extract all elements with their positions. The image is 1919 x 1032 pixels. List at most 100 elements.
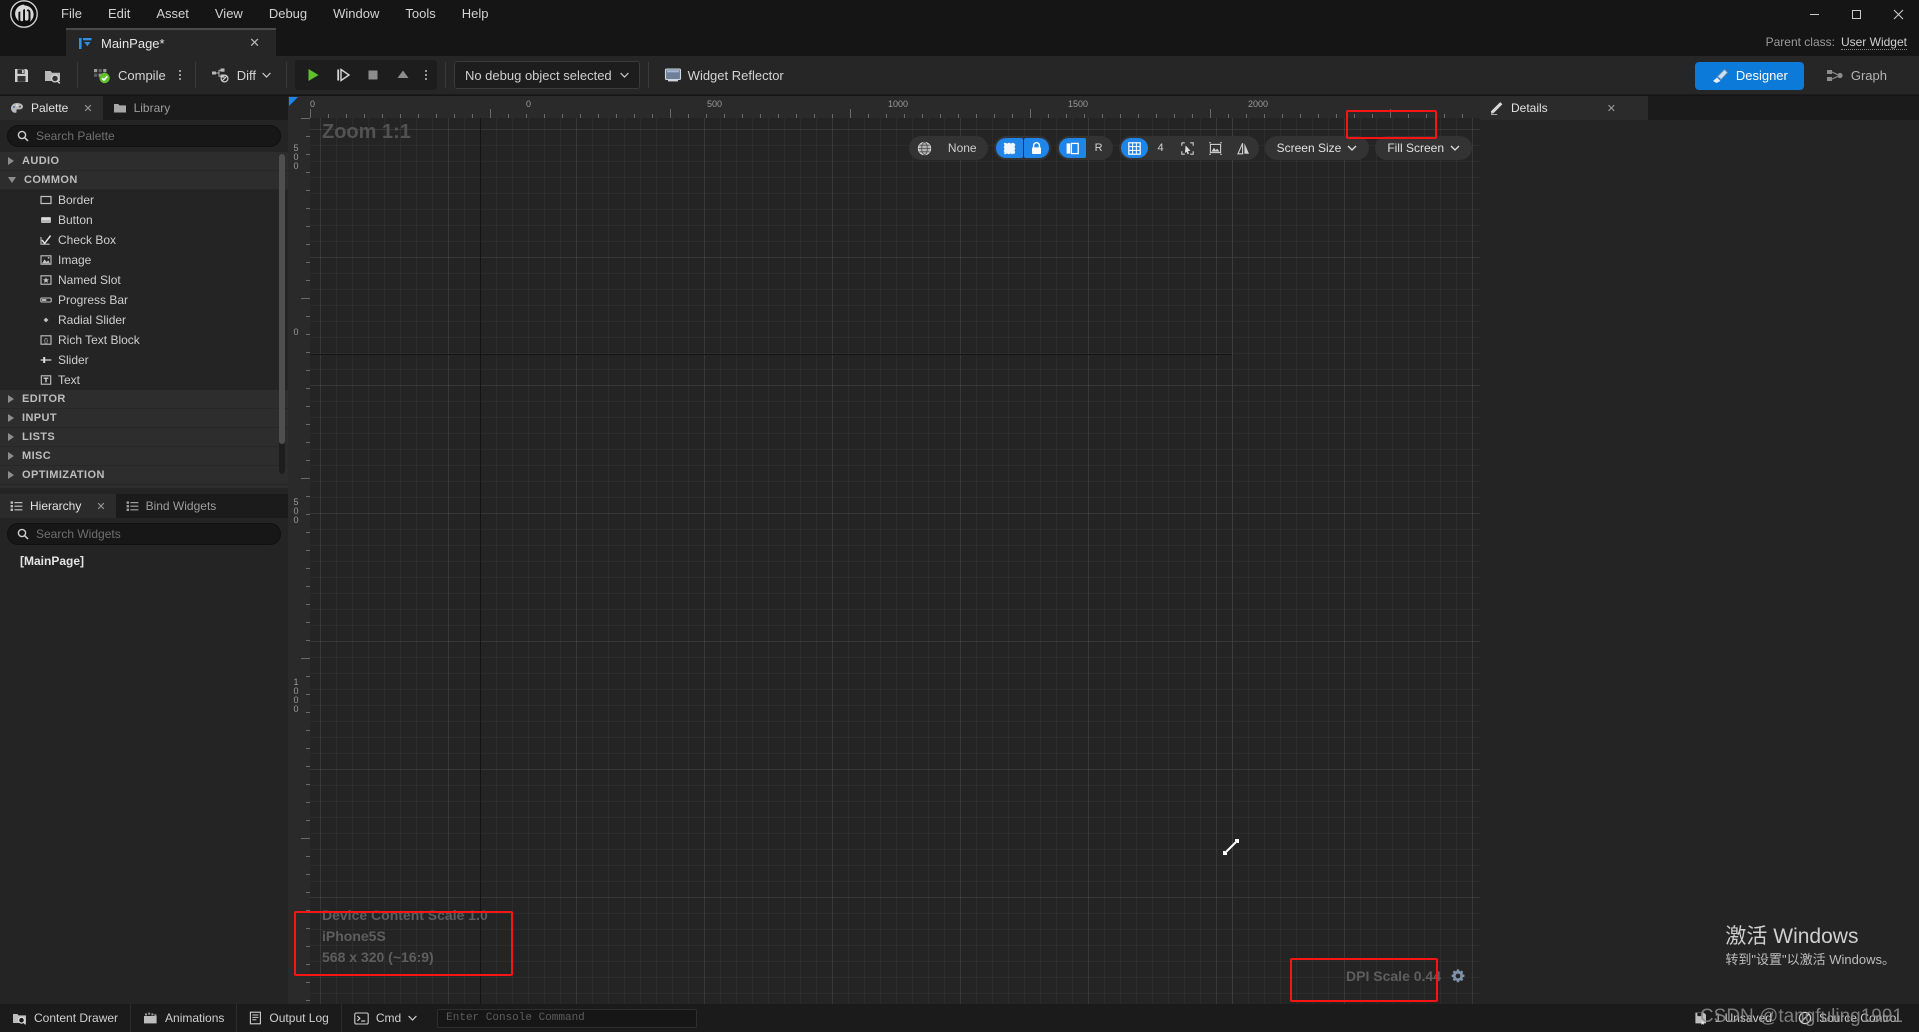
preview-image-icon[interactable]: [1202, 138, 1229, 158]
widget-reflector-button[interactable]: Widget Reflector: [657, 60, 791, 90]
dashed-outline-icon[interactable]: [995, 138, 1023, 158]
tab-hierarchy[interactable]: Hierarchy ✕: [0, 494, 116, 518]
widget-canvas[interactable]: Zoom 1:1 None R 4 Screen Size Fill Scree…: [310, 118, 1480, 1004]
flip-mirror-icon[interactable]: [1230, 138, 1257, 158]
output-log-button[interactable]: Output Log: [237, 1004, 342, 1032]
grid-snap-icon[interactable]: [1120, 138, 1148, 158]
play-options-kebab[interactable]: [419, 60, 433, 90]
compile-options-kebab[interactable]: [173, 60, 187, 90]
details-close-icon[interactable]: ✕: [1607, 102, 1616, 115]
localization-globe-icon[interactable]: [911, 138, 938, 158]
palette-item-radial-slider[interactable]: Radial Slider: [0, 310, 288, 330]
menu-debug[interactable]: Debug: [256, 0, 320, 28]
diff-button[interactable]: Diff: [204, 60, 278, 90]
palette-scrollbar[interactable]: [279, 154, 285, 474]
resolution-r-label[interactable]: R: [1087, 138, 1111, 158]
tab-bind-widgets[interactable]: Bind Widgets: [115, 494, 227, 518]
palette-close-icon[interactable]: ✕: [83, 102, 92, 115]
palette-category-audio[interactable]: AUDIO: [0, 152, 288, 171]
palette-item-progress-bar[interactable]: Progress Bar: [0, 290, 288, 310]
unsaved-count-button[interactable]: 1 Unsaved: [1682, 1004, 1784, 1032]
hierarchy-close-icon[interactable]: ✕: [96, 500, 105, 513]
close-window-button[interactable]: [1877, 0, 1919, 28]
console-command-input[interactable]: Enter Console Command: [437, 1008, 698, 1028]
palette-category-optimization[interactable]: OPTIMIZATION: [0, 466, 288, 485]
fill-layout-icon[interactable]: [1058, 138, 1086, 158]
palette-item-check-box[interactable]: Check Box: [0, 230, 288, 250]
select-cursor-icon[interactable]: [1174, 138, 1201, 158]
palette-category-input[interactable]: INPUT: [0, 409, 288, 428]
palette-item-border[interactable]: Border: [0, 190, 288, 210]
play-button[interactable]: [299, 60, 327, 90]
diagonal-resize-handle-icon[interactable]: [1220, 836, 1242, 858]
menu-view[interactable]: View: [202, 0, 256, 28]
menu-window[interactable]: Window: [320, 0, 392, 28]
fill-screen-dropdown[interactable]: Fill Screen: [1375, 136, 1472, 160]
grid-snap-value[interactable]: 4: [1149, 138, 1173, 158]
asset-tab-close-icon[interactable]: ✕: [243, 35, 266, 51]
skip-frame-button[interactable]: [329, 60, 357, 90]
search-palette-input[interactable]: Search Palette: [7, 125, 281, 147]
palette-item-named-slot[interactable]: Named Slot: [0, 270, 288, 290]
browse-content-button[interactable]: [37, 60, 69, 90]
hierarchy-root-item[interactable]: [MainPage]: [0, 550, 288, 572]
minimize-button[interactable]: [1793, 0, 1835, 28]
menu-tools[interactable]: Tools: [392, 0, 448, 28]
tab-graph[interactable]: Graph: [1810, 62, 1903, 90]
tab-designer[interactable]: Designer: [1694, 61, 1804, 90]
palette-category-editor[interactable]: EDITOR: [0, 390, 288, 409]
palette-item-slider[interactable]: Slider: [0, 350, 288, 370]
palette-category-panel[interactable]: PANEL: [0, 485, 288, 488]
details-tabbar: Details ✕: [1480, 96, 1919, 120]
palette-category-common[interactable]: COMMON: [0, 171, 288, 190]
search-widgets-input[interactable]: Search Widgets: [7, 523, 281, 545]
toolbar-debug-group: No debug object selected: [448, 56, 646, 95]
maximize-button[interactable]: [1835, 0, 1877, 28]
palette-category-label: AUDIO: [22, 155, 60, 167]
stop-button[interactable]: [359, 60, 387, 90]
screen-size-dropdown[interactable]: Screen Size: [1264, 136, 1370, 160]
designer-viewport[interactable]: 500 0 500 1000 1500 2000 500 0 500 1000 …: [288, 96, 1480, 1004]
palette-item-text[interactable]: Text: [0, 370, 288, 390]
hierarchy-tree[interactable]: [MainPage]: [0, 550, 288, 572]
folder-icon: [113, 102, 127, 114]
menu-asset[interactable]: Asset: [143, 0, 202, 28]
menu-file[interactable]: File: [48, 0, 95, 28]
parent-class-value[interactable]: User Widget: [1840, 35, 1907, 50]
tab-library[interactable]: Library: [102, 96, 181, 120]
play-icon: [305, 67, 321, 83]
debug-object-dropdown[interactable]: No debug object selected: [453, 61, 640, 89]
asset-tab-mainpage[interactable]: MainPage* ✕: [66, 28, 276, 56]
content-drawer-button[interactable]: Content Drawer: [0, 1004, 132, 1032]
palette-category-misc[interactable]: MISC: [0, 447, 288, 466]
localization-value[interactable]: None: [939, 138, 986, 158]
palette-search-row: Search Palette: [0, 120, 288, 152]
source-control-button[interactable]: Source Control: [1786, 1004, 1911, 1032]
gear-icon[interactable]: [1450, 968, 1466, 984]
palette-item-rich-text-block[interactable]: {} Rich Text Block: [0, 330, 288, 350]
save-button[interactable]: [6, 60, 37, 90]
tab-details[interactable]: Details ✕: [1480, 96, 1648, 120]
compile-button[interactable]: Compile: [86, 60, 173, 90]
main-menu: File Edit Asset View Debug Window Tools …: [48, 0, 502, 28]
ruler-v-label: 1000: [293, 677, 299, 714]
eject-button[interactable]: [389, 60, 417, 90]
palette-item-button[interactable]: Button: [0, 210, 288, 230]
cmd-mode-button[interactable]: Cmd: [342, 1004, 429, 1032]
palette-item-image[interactable]: Image: [0, 250, 288, 270]
cmd-icon: [354, 1011, 369, 1025]
menu-edit[interactable]: Edit: [95, 0, 143, 28]
menu-help[interactable]: Help: [449, 0, 502, 28]
tab-graph-label: Graph: [1850, 68, 1887, 83]
lock-icon[interactable]: [1023, 138, 1049, 158]
animations-button[interactable]: Animations: [131, 1004, 238, 1032]
unreal-engine-logo-icon[interactable]: [0, 0, 48, 28]
palette-category-lists[interactable]: LISTS: [0, 428, 288, 447]
radial-slider-icon: [40, 314, 52, 326]
widget-blueprint-icon: [78, 36, 93, 51]
tab-palette[interactable]: Palette ✕: [0, 96, 103, 120]
main-toolbar: Compile Diff No debug object selected Wi…: [0, 56, 1919, 95]
palette-list[interactable]: AUDIO COMMON Border Button Check Box Ima…: [0, 152, 288, 488]
palette-category-label: INPUT: [22, 412, 57, 424]
details-content-area[interactable]: [1480, 120, 1919, 1028]
